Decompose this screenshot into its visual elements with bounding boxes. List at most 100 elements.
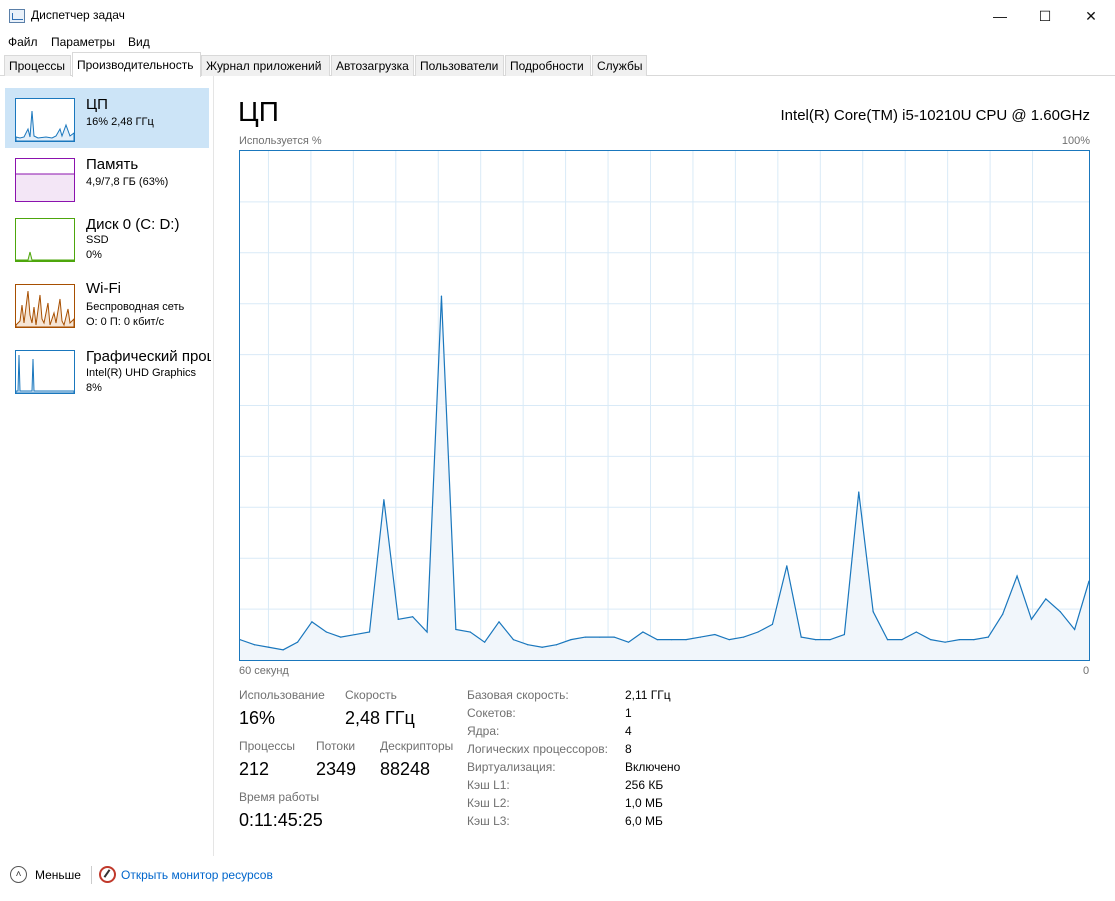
cpu-usage-point — [714, 633, 716, 636]
window-title: Диспетчер задач — [31, 8, 125, 22]
info-label-l3-cache: Кэш L3: — [467, 814, 510, 828]
uptime-value: 0:11:45:25 — [239, 810, 323, 830]
info-label-l2-cache: Кэш L2: — [467, 796, 510, 810]
fewer-details-button[interactable]: Меньше — [35, 868, 81, 882]
threads-value: 2349 — [316, 759, 357, 779]
cpu-usage-point — [325, 631, 327, 633]
sidebar-item-cpu[interactable]: ЦП 16% 2,48 ГГц — [5, 88, 209, 148]
info-value-l2-cache: 1,0 МБ — [625, 796, 663, 810]
menu-options[interactable]: Параметры — [51, 35, 115, 49]
sidebar-memory-usage: 4,9/7,8 ГБ (63%) — [86, 176, 169, 188]
cpu-usage-point — [814, 639, 817, 641]
tab-processes[interactable]: Процессы — [4, 55, 71, 76]
menu-bar: Файл Параметры Вид — [0, 32, 1115, 52]
cpu-usage-point — [886, 639, 889, 641]
sidebar-disk-usage: 0% — [86, 249, 102, 261]
info-value-base-speed: 2,11 ГГц — [625, 688, 671, 702]
tab-services[interactable]: Службы — [592, 55, 647, 76]
sidebar-item-wifi[interactable]: Wi-Fi Беспроводная сеть О: 0 П: 0 кбит/с — [5, 274, 209, 334]
y-axis-label: Используется % — [239, 135, 322, 147]
info-label-logical-processors: Логических процессоров: — [467, 742, 608, 756]
info-value-sockets: 1 — [625, 706, 632, 720]
wifi-thumbnail — [15, 284, 75, 328]
speed-value: 2,48 ГГц — [345, 708, 415, 728]
tab-performance[interactable]: Производительность — [72, 52, 201, 77]
cpu-usage-point — [786, 565, 788, 567]
cpu-usage-point — [627, 641, 630, 643]
sidebar-cpu-name: ЦП — [86, 96, 108, 113]
resource-monitor-icon[interactable] — [99, 866, 116, 883]
cpu-usage-point — [1045, 598, 1047, 600]
sidebar-disk-name: Диск 0 (C: D:) — [86, 216, 180, 233]
cpu-usage-chart — [239, 150, 1090, 661]
sidebar-wifi-type: Беспроводная сеть — [86, 301, 185, 313]
cpu-usage-point — [901, 639, 903, 641]
x-right-label: 0 — [1083, 665, 1090, 677]
task-manager-icon — [9, 9, 25, 23]
cpu-usage-point — [527, 644, 529, 646]
sidebar-item-memory[interactable]: Память 4,9/7,8 ГБ (63%) — [5, 148, 209, 208]
cpu-usage-point — [296, 641, 299, 643]
cpu-usage-point — [743, 636, 745, 638]
cpu-usage-point — [728, 639, 730, 641]
info-label-virtualization: Виртуализация: — [467, 760, 556, 774]
cpu-usage-point — [455, 628, 457, 631]
cpu-usage-point — [858, 491, 860, 493]
cpu-usage-point — [584, 636, 586, 638]
sidebar-item-disk[interactable]: Диск 0 (C: D:) SSD 0% — [5, 208, 209, 268]
cpu-usage-point — [412, 616, 414, 618]
cpu-usage-point — [512, 639, 515, 641]
sidebar-cpu-usage: 16% 2,48 ГГц — [86, 116, 154, 128]
sidebar-item-gpu[interactable]: Графический процессор 0 Intel(R) UHD Gra… — [5, 340, 211, 400]
cpu-usage-point — [268, 646, 270, 648]
cpu-usage-point — [613, 636, 615, 638]
cpu-usage-area — [240, 296, 1089, 660]
sidebar-gpu-usage: 8% — [86, 382, 102, 394]
usage-value: 16% — [239, 708, 276, 728]
cpu-usage-point — [253, 644, 255, 646]
cpu-usage-point — [368, 631, 371, 633]
menu-file[interactable]: Файл — [8, 35, 38, 49]
cpu-usage-point — [958, 639, 961, 641]
cpu-usage-point — [829, 639, 831, 641]
cpu-usage-point — [1002, 613, 1004, 615]
sidebar-disk-type: SSD — [86, 234, 109, 246]
cpu-usage-point — [699, 636, 702, 638]
processes-label: Процессы — [239, 739, 296, 753]
minimize-button[interactable]: — — [977, 0, 1023, 32]
processes-value: 212 — [239, 759, 270, 779]
cpu-usage-point — [440, 295, 443, 297]
cpu-model: Intel(R) Core(TM) i5-10210U CPU @ 1.60GH… — [780, 107, 1090, 124]
cpu-usage-point — [354, 633, 356, 636]
sidebar-wifi-throughput: О: 0 П: 0 кбит/с — [86, 316, 165, 328]
footer-divider — [91, 866, 92, 884]
cpu-usage-point — [1030, 618, 1033, 620]
cpu-usage-point — [685, 639, 687, 641]
info-label-base-speed: Базовая скорость: — [467, 688, 569, 702]
open-resource-monitor-link[interactable]: Открыть монитор ресурсов — [121, 868, 273, 882]
cpu-usage-point — [498, 621, 500, 623]
uptime-label: Время работы — [239, 790, 320, 804]
threads-label: Потоки — [316, 739, 356, 753]
maximize-button[interactable]: ☐ — [1022, 0, 1068, 32]
info-label-l1-cache: Кэш L1: — [467, 778, 510, 792]
menu-view[interactable]: Вид — [128, 35, 150, 49]
tab-users[interactable]: Пользователи — [415, 55, 504, 76]
speed-label: Скорость — [345, 688, 397, 702]
close-button[interactable]: ✕ — [1068, 0, 1114, 32]
page-title: ЦП — [238, 96, 279, 127]
info-value-l1-cache: 256 КБ — [625, 778, 664, 792]
tab-startup[interactable]: Автозагрузка — [331, 55, 414, 76]
sidebar-gpu-model: Intel(R) UHD Graphics — [86, 367, 197, 379]
info-value-cores: 4 — [625, 724, 632, 738]
gpu-thumbnail — [15, 350, 75, 394]
tab-details[interactable]: Подробности — [505, 55, 591, 76]
cpu-usage-point — [383, 499, 385, 501]
tab-app-history[interactable]: Журнал приложений — [201, 55, 330, 76]
memory-thumbnail — [15, 158, 75, 202]
handles-value: 88248 — [380, 759, 431, 779]
cpu-usage-point — [930, 639, 932, 641]
y-max-label: 100% — [1061, 135, 1090, 147]
cpu-thumbnail — [15, 98, 75, 142]
chevron-up-circle-icon[interactable]: ˄ — [10, 866, 27, 883]
